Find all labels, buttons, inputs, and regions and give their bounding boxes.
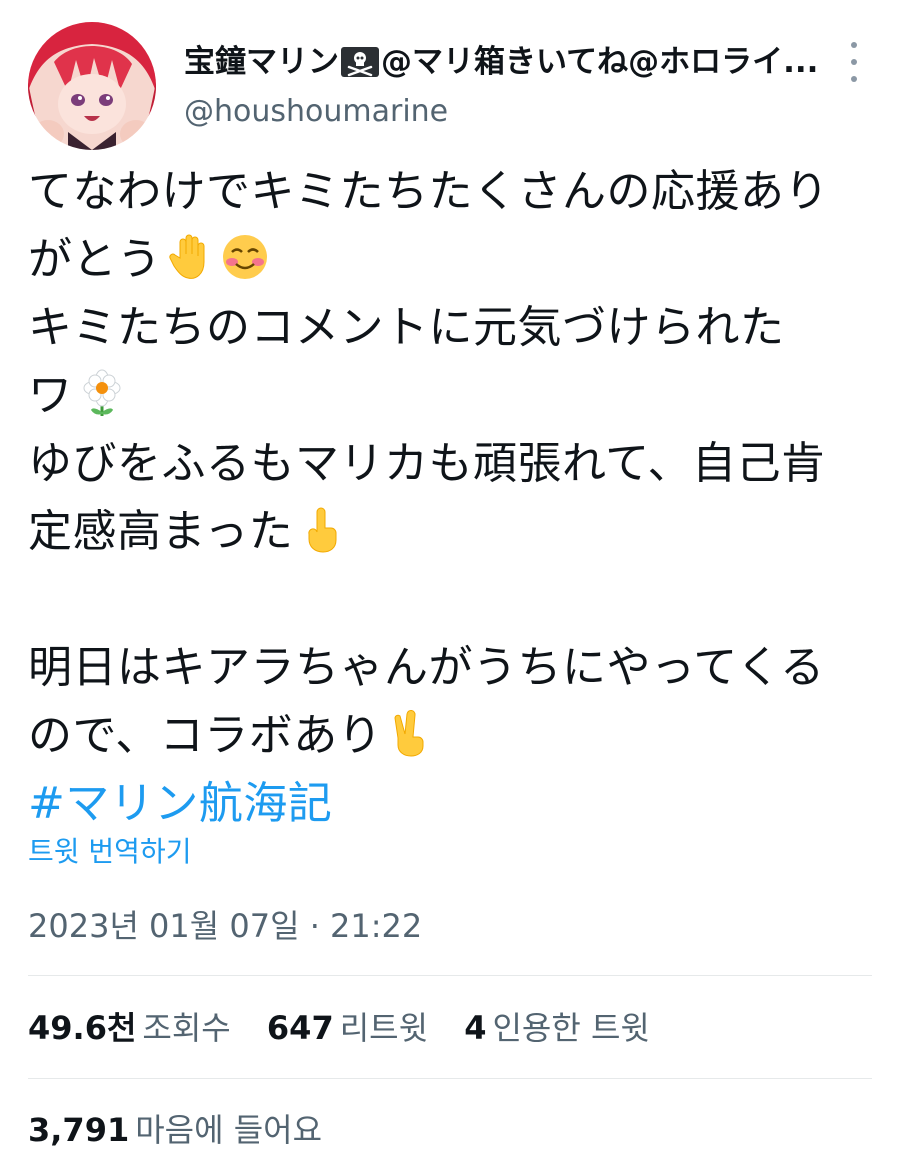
hashtag-link[interactable]: #マリン航海記	[28, 778, 332, 829]
tweet-line: ので、コラボあり	[28, 702, 868, 770]
tweet-header: 宝鐘マリン @マリ箱きいてね@ホロライ... @houshoumarine	[28, 22, 878, 152]
quotes-label: 인용한 트윗	[492, 1009, 650, 1047]
tweet-body: てなわけでキミたちたくさんの応援あり がとう キミたちのコメントに元気づけられた…	[28, 158, 868, 838]
author-display-name[interactable]: 宝鐘マリン @マリ箱きいてね@ホロライ...	[184, 42, 824, 82]
likes-label: 마음에 들어요	[135, 1111, 323, 1149]
tweet-timestamp[interactable]: 2023년 01월 07일 · 21:22	[28, 904, 422, 948]
pirate-flag-icon	[341, 47, 379, 77]
quotes-stat[interactable]: 4 인용한 트윗	[464, 1006, 650, 1050]
divider	[28, 1078, 872, 1079]
tweet-line: 明日はキアラちゃんがうちにやってくる	[28, 642, 825, 693]
tweet-line: ワ	[28, 362, 868, 430]
retweets-count: 647	[266, 1009, 334, 1047]
smiling-blush-emoji	[220, 232, 270, 282]
tweet-line: キミたちのコメントに元気づけられた	[28, 302, 785, 353]
victory-hand-emoji	[386, 708, 436, 758]
likes-count: 3,791	[28, 1111, 130, 1149]
tweet-line: てなわけでキミたちたくさんの応援あり	[28, 166, 829, 217]
display-name-prefix: 宝鐘マリン	[184, 44, 339, 80]
tweet-line: がとう	[28, 226, 868, 294]
likes-stat[interactable]: 3,791 마음에 들어요	[28, 1108, 322, 1152]
translate-tweet-link[interactable]: 트윗 번역하기	[28, 832, 191, 872]
author-handle[interactable]: @houshoumarine	[184, 92, 824, 132]
tweet-line: 定感高まった	[28, 498, 868, 566]
more-options-icon[interactable]	[848, 42, 860, 82]
retweets-stat[interactable]: 647 리트윗	[267, 1006, 428, 1050]
engagement-stats: 49.6천 조회수 647 리트윗 4 인용한 트윗	[28, 1006, 676, 1050]
display-name-suffix: @マリ箱きいてね@ホロライ...	[381, 44, 819, 80]
views-stat[interactable]: 49.6천 조회수	[28, 1006, 231, 1050]
views-label: 조회수	[142, 1009, 231, 1047]
retweets-label: 리트윗	[339, 1009, 429, 1047]
tweet-line: #マリン航海記	[28, 770, 868, 838]
white-flower-emoji	[77, 368, 127, 418]
divider	[28, 975, 872, 976]
quotes-count: 4	[464, 1009, 487, 1047]
avatar[interactable]	[28, 22, 156, 150]
author-info: 宝鐘マリン @マリ箱きいてね@ホロライ... @houshoumarine	[184, 42, 824, 132]
pointing-up-emoji	[297, 504, 347, 554]
tweet-line: ゆびをふるもマリカも頑張れて、自己肯	[28, 438, 826, 489]
views-count: 49.6천	[28, 1009, 137, 1047]
raised-hand-emoji	[166, 232, 216, 282]
